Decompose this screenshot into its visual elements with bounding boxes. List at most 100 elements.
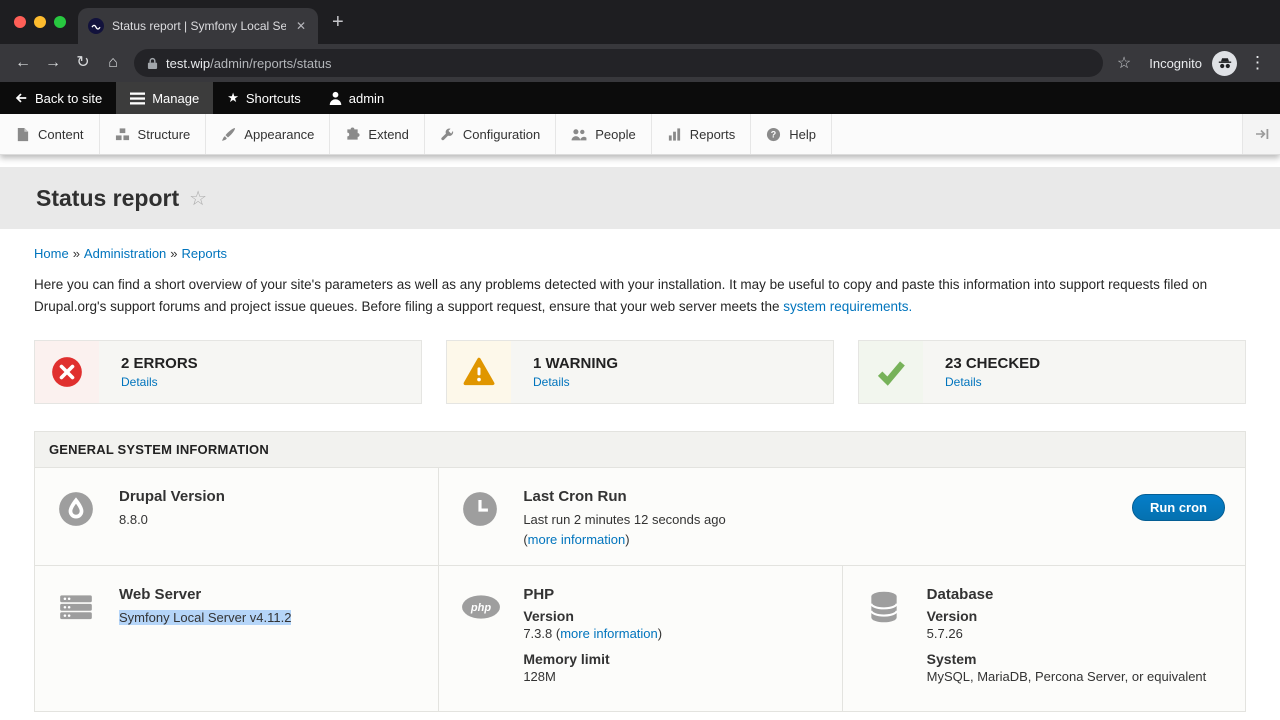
main-content: Home»Administration»Reports Here you can… [0, 229, 1280, 712]
menu-item-people[interactable]: People [556, 114, 651, 154]
shortcuts-button[interactable]: ★ Shortcuts [213, 82, 315, 114]
breadcrumb-home[interactable]: Home [34, 246, 69, 261]
menu-item-help[interactable]: ? Help [751, 114, 832, 154]
run-cron-button[interactable]: Run cron [1132, 494, 1225, 521]
window-zoom-button[interactable] [54, 16, 66, 28]
menu-label: Extend [368, 127, 408, 142]
check-icon [874, 356, 908, 388]
database-version-label: Version [927, 608, 1207, 624]
lock-icon [147, 57, 158, 70]
paren: ) [658, 626, 662, 641]
menu-label: Structure [138, 127, 191, 142]
system-requirements-link[interactable]: system requirements. [783, 299, 912, 314]
back-to-site-button[interactable]: Back to site [0, 82, 116, 114]
breadcrumb-reports[interactable]: Reports [182, 246, 228, 261]
menu-label: Help [789, 127, 816, 142]
drupal-icon [57, 490, 97, 528]
menu-label: People [595, 127, 635, 142]
last-cron-run-value: Last run 2 minutes 12 seconds ago [523, 510, 725, 530]
menu-item-extend[interactable]: Extend [330, 114, 424, 154]
last-cron-run-cell: Last Cron Run Last run 2 minutes 12 seco… [438, 468, 1245, 565]
menu-item-appearance[interactable]: Appearance [206, 114, 330, 154]
back-icon[interactable]: ← [8, 44, 38, 82]
php-version-value: 7.3.8 [523, 626, 552, 641]
menu-item-reports[interactable]: Reports [652, 114, 752, 154]
tab-close-icon[interactable]: ✕ [294, 19, 308, 33]
php-more-information-link[interactable]: more information [560, 626, 658, 641]
user-menu-button[interactable]: admin [315, 82, 398, 114]
shortcuts-label: Shortcuts [246, 91, 301, 106]
error-icon [51, 356, 83, 388]
database-cell: Database Version 5.7.26 System MySQL, Ma… [842, 566, 1245, 711]
browser-menu-icon[interactable]: ⋮ [1249, 53, 1266, 73]
checked-details-link[interactable]: Details [945, 375, 1040, 389]
collapse-icon [1255, 128, 1269, 140]
home-icon[interactable]: ⌂ [98, 44, 128, 82]
menu-label: Reports [690, 127, 736, 142]
warning-card: 1 WARNING Details [446, 340, 834, 404]
menu-label: Appearance [244, 127, 314, 142]
back-to-site-label: Back to site [35, 91, 102, 106]
drupal-version-value: 8.8.0 [119, 510, 225, 530]
breadcrumb-administration[interactable]: Administration [84, 246, 166, 261]
shortcut-toggle-star-icon[interactable]: ☆ [189, 186, 207, 211]
manage-button[interactable]: Manage [116, 82, 213, 114]
warning-details-link[interactable]: Details [533, 375, 618, 389]
drupal-admin-menu: Content Structure Appearance Extend Conf… [0, 114, 1280, 155]
forward-icon[interactable]: → [38, 44, 68, 82]
database-system-label: System [927, 651, 1207, 667]
reload-icon[interactable]: ↻ [68, 44, 98, 82]
checked-icon-area [859, 341, 923, 403]
menu-item-configuration[interactable]: Configuration [425, 114, 556, 154]
checked-count: 23 CHECKED [945, 355, 1040, 372]
structure-icon [115, 127, 130, 142]
manage-label: Manage [152, 91, 199, 106]
page-header: Status report ☆ [0, 167, 1280, 229]
new-tab-button[interactable]: + [332, 11, 344, 33]
error-card: 2 ERRORS Details [34, 340, 422, 404]
menu-spacer [832, 114, 1242, 154]
bookmark-star-icon[interactable]: ☆ [1117, 53, 1131, 73]
people-icon [571, 127, 587, 142]
clock-icon [461, 490, 501, 528]
configuration-icon [440, 127, 455, 142]
url-text: test.wip/admin/reports/status [166, 56, 331, 71]
menu-item-content[interactable]: Content [0, 114, 100, 154]
url-path: /admin/reports/status [210, 56, 331, 71]
hamburger-icon [130, 92, 145, 105]
php-memory-label: Memory limit [523, 651, 662, 667]
error-count: 2 ERRORS [121, 355, 198, 372]
cron-more-info-line: (more information) [523, 530, 725, 550]
menu-item-structure[interactable]: Structure [100, 114, 207, 154]
php-version-line: 7.3.8 (more information) [523, 624, 662, 644]
database-icon [865, 588, 905, 626]
checked-card: 23 CHECKED Details [858, 340, 1246, 404]
menu-label: Configuration [463, 127, 540, 142]
window-close-button[interactable] [14, 16, 26, 28]
cron-more-information-link[interactable]: more information [528, 532, 626, 547]
drupal-admin-toolbar: Back to site Manage ★ Shortcuts admin [0, 82, 1280, 114]
url-domain: test.wip [166, 56, 210, 71]
menu-collapse-button[interactable] [1242, 114, 1280, 154]
tab-favicon [88, 18, 104, 34]
error-details-link[interactable]: Details [121, 375, 198, 389]
incognito-icon [1212, 51, 1237, 76]
address-bar[interactable]: test.wip/admin/reports/status [134, 49, 1103, 77]
php-memory-value: 128M [523, 667, 662, 687]
drupal-version-cell: Drupal Version 8.8.0 [35, 468, 438, 565]
menu-label: Content [38, 127, 84, 142]
last-cron-run-title: Last Cron Run [523, 488, 725, 505]
window-minimize-button[interactable] [34, 16, 46, 28]
intro-paragraph: Here you can find a short overview of yo… [34, 274, 1246, 317]
web-server-cell: Web Server Symfony Local Server v4.11.2 [35, 566, 438, 711]
php-version-label: Version [523, 608, 662, 624]
web-server-title: Web Server [119, 586, 291, 603]
browser-tabstrip: Status report | Symfony Local Se ✕ + [0, 0, 1280, 44]
php-cell: php PHP Version 7.3.8 (more information)… [438, 566, 841, 711]
server-icon [57, 588, 97, 626]
extend-icon [345, 127, 360, 142]
general-system-information-section: GENERAL SYSTEM INFORMATION Drupal Versio… [34, 431, 1246, 712]
warning-icon [462, 356, 496, 388]
window-controls [14, 16, 66, 28]
browser-tab[interactable]: Status report | Symfony Local Se ✕ [78, 8, 318, 44]
